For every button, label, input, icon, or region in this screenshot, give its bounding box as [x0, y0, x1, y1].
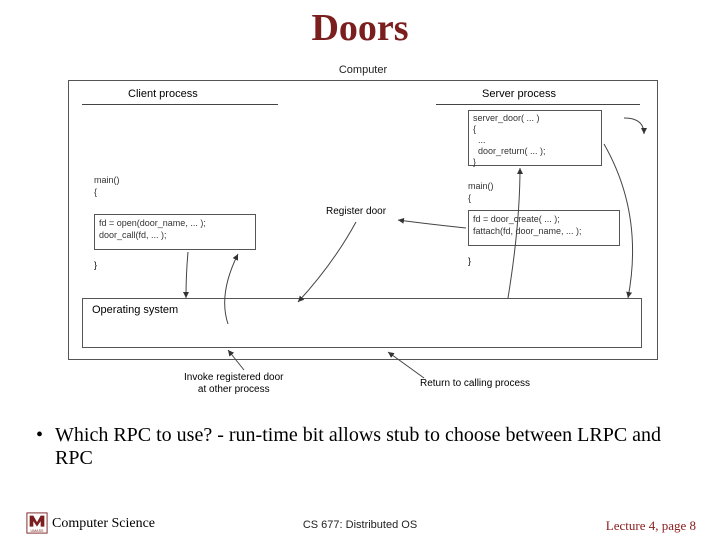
server-rule — [436, 104, 640, 105]
bullet-text: Which RPC to use? - run-time bit allows … — [55, 424, 688, 470]
return-label: Return to calling process — [420, 378, 530, 389]
register-door-label: Register door — [326, 206, 386, 217]
slide-footer: UMASS Computer Science CS 677: Distribut… — [0, 512, 720, 536]
bullet-dot-icon: • — [36, 424, 43, 470]
client-code-box: fd = open(door_name, ... ); door_call(fd… — [94, 214, 256, 250]
slide-title: Doors — [0, 6, 720, 50]
umass-logo-icon: UMASS — [26, 512, 48, 534]
server-main-text: main() { — [468, 180, 494, 204]
client-main-text: main() { — [94, 174, 120, 198]
client-process-label: Client process — [128, 88, 198, 100]
bullet-item: • Which RPC to use? - run-time bit allow… — [32, 424, 688, 470]
invoke-label: Invoke registered door at other process — [184, 372, 284, 396]
course-label: CS 677: Distributed OS — [303, 519, 417, 531]
page-label: Lecture 4, page 8 — [606, 518, 696, 534]
client-rule — [82, 104, 278, 105]
server-process-label: Server process — [482, 88, 556, 100]
operating-system-label: Operating system — [92, 304, 178, 316]
server-code-box: fd = door_create( ... ); fattach(fd, doo… — [468, 210, 620, 246]
client-close-brace: } — [94, 260, 97, 270]
doors-diagram: Computer Client process main() { fd = op… — [68, 64, 658, 404]
computer-label: Computer — [339, 64, 387, 76]
server-door-box: server_door( ... ) { ... door_return( ..… — [468, 110, 602, 166]
department-label: Computer Science — [52, 516, 155, 532]
svg-text:UMASS: UMASS — [30, 529, 44, 533]
server-close-brace: } — [468, 256, 471, 266]
